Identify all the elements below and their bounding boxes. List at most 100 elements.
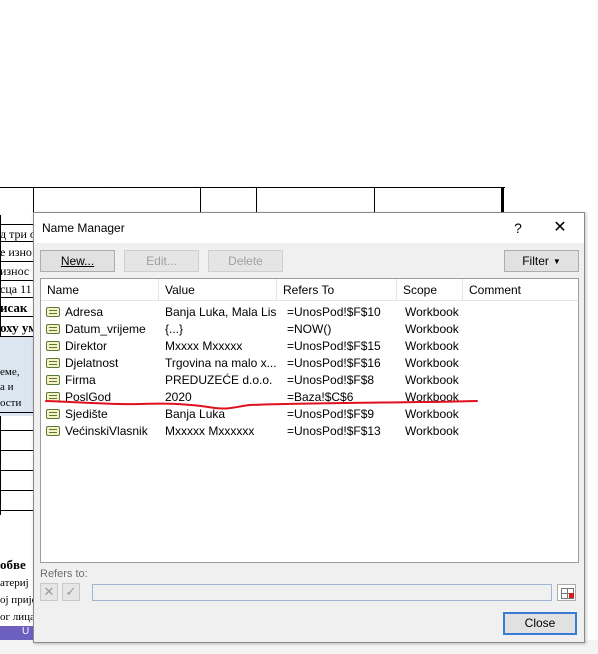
cell-value: PREDUZEĆE d.o.o.: [165, 373, 273, 387]
list-item[interactable]: VećinskiVlasnik Mxxxxx Mxxxxxx =UnosPod!$F…: [41, 423, 578, 440]
cell-value: Mxxxxx Mxxxxxx: [165, 424, 255, 438]
cell-scope: Workbook: [405, 373, 459, 387]
help-button[interactable]: ?: [508, 217, 528, 239]
edit-button[interactable]: Edit...: [124, 250, 199, 272]
checkmark-icon: ✓: [65, 584, 77, 599]
cell-name: Direktor: [65, 339, 108, 353]
bg-text: еме,: [0, 366, 20, 378]
column-header-refers-to[interactable]: Refers To: [277, 279, 397, 301]
defined-name-icon: [46, 426, 60, 436]
column-header-comment[interactable]: Comment: [463, 279, 580, 301]
defined-name-icon: [46, 392, 60, 402]
cell-value: {...}: [165, 322, 184, 336]
refers-to-input[interactable]: [92, 584, 552, 601]
dialog-titlebar[interactable]: Name Manager ? ✕: [34, 213, 584, 243]
chevron-down-icon: ▼: [552, 257, 561, 266]
list-header: Name Value Refers To Scope Comment: [41, 279, 578, 301]
cell-scope: Workbook: [405, 305, 459, 319]
defined-name-icon: [46, 307, 60, 317]
list-item[interactable]: Direktor Mxxxx Mxxxxx =UnosPod!$F$15 Workbo…: [41, 338, 578, 355]
list-item[interactable]: Adresa Banja Luka, Mala Lis... =UnosPod!$F…: [41, 304, 578, 321]
cell-name: PoslGod: [65, 390, 112, 404]
close-button-label: Close: [524, 616, 556, 630]
bg-text: исак: [0, 300, 28, 315]
cell-comment: [469, 406, 577, 423]
confirm-edit-button[interactable]: ✓: [62, 583, 80, 601]
cancel-edit-button[interactable]: ✕: [40, 583, 58, 601]
cell-refers-to: =UnosPod!$F$8: [287, 373, 375, 387]
cell-value: Mxxxx Mxxxxx: [165, 339, 243, 353]
bg-text: сца 11: [0, 282, 32, 296]
filter-button-label: Filter: [522, 254, 549, 268]
cell-scope: Workbook: [405, 407, 459, 421]
cell-refers-to: =NOW(): [287, 322, 332, 336]
cell-comment: [469, 338, 577, 355]
defined-name-icon: [46, 341, 60, 351]
cell-value: Trgovina na malo x...: [165, 356, 277, 370]
close-button[interactable]: Close: [503, 612, 577, 635]
cell-name: Datum_vrijeme: [65, 322, 146, 336]
defined-name-icon: [46, 324, 60, 334]
cell-comment: [469, 355, 577, 372]
refers-to-label: Refers to:: [40, 568, 88, 580]
bg-text: д три о: [0, 227, 34, 241]
cell-refers-to: =UnosPod!$F$15: [287, 339, 381, 353]
cell-scope: Workbook: [405, 339, 459, 353]
bg-text: ој прије: [0, 594, 34, 606]
cell-scope: Workbook: [405, 356, 459, 370]
names-list[interactable]: Name Value Refers To Scope Comment Adres…: [40, 278, 579, 563]
new-button[interactable]: New...: [40, 250, 115, 272]
bg-text: износ: [0, 264, 30, 278]
cell-comment: [469, 304, 577, 321]
ruler-edge: [501, 187, 504, 215]
bg-text: е изно: [0, 245, 32, 259]
cell-comment: [469, 372, 577, 389]
cell-value: Banja Luka, Mala Lis...: [165, 305, 277, 319]
list-item[interactable]: Firma PREDUZEĆE d.o.o. =UnosPod!$F$8 Workb…: [41, 372, 578, 389]
defined-name-icon: [46, 409, 60, 419]
column-header-name[interactable]: Name: [41, 279, 159, 301]
cell-name: Adresa: [65, 305, 104, 319]
cell-refers-to: =UnosPod!$F$13: [287, 424, 381, 438]
dialog-title: Name Manager: [42, 221, 125, 235]
cell-name: Sjedište: [65, 407, 108, 421]
bg-text: ог лица: [0, 611, 34, 623]
defined-name-icon: [46, 358, 60, 368]
cell-comment: [469, 423, 577, 440]
new-button-label: New...: [60, 254, 95, 268]
cell-name: Djelatnost: [65, 356, 119, 370]
defined-name-icon: [46, 375, 60, 385]
edit-button-label: Edit...: [146, 254, 177, 268]
cell-scope: Workbook: [405, 424, 459, 438]
page-ruler: - - - - -: [0, 183, 598, 215]
bg-text: оху ум: [0, 320, 34, 335]
cell-scope: Workbook: [405, 390, 459, 404]
cancel-icon: ✕: [43, 584, 55, 599]
list-item[interactable]: PoslGod 2020 =Baza!$C$6 Workbook: [41, 389, 578, 406]
column-header-value[interactable]: Value: [159, 279, 277, 301]
list-item[interactable]: Sjedište Banja Luka =UnosPod!$F$9 Workbook: [41, 406, 578, 423]
close-icon[interactable]: ✕: [548, 217, 572, 239]
range-picker-icon[interactable]: [557, 584, 576, 601]
cell-refers-to: =UnosPod!$F$10: [287, 305, 381, 319]
bg-text: обве: [0, 557, 26, 572]
column-header-scope[interactable]: Scope: [397, 279, 463, 301]
delete-button-label: Delete: [228, 254, 263, 268]
cell-comment: [469, 321, 577, 338]
filter-button[interactable]: Filter ▼: [504, 250, 579, 272]
cell-value: 2020: [165, 390, 192, 404]
bg-text: а и: [0, 381, 14, 393]
cell-value: Banja Luka: [165, 407, 226, 421]
name-manager-dialog: Name Manager ? ✕ New... Edit... Delete F…: [33, 212, 585, 643]
bg-text: атериј: [0, 577, 29, 589]
list-item[interactable]: Datum_vrijeme {...} =NOW() Workbook: [41, 321, 578, 338]
cell-scope: Workbook: [405, 322, 459, 336]
list-item[interactable]: Djelatnost Trgovina na malo x... =UnosPod!…: [41, 355, 578, 372]
cell-comment: [469, 389, 577, 406]
delete-button[interactable]: Delete: [208, 250, 283, 272]
taskbar-label: U: [22, 626, 30, 637]
bg-text: ости: [0, 397, 22, 409]
cell-refers-to: =UnosPod!$F$16: [287, 356, 381, 370]
cell-refers-to: =Baza!$C$6: [287, 390, 354, 404]
cell-name: Firma: [65, 373, 96, 387]
